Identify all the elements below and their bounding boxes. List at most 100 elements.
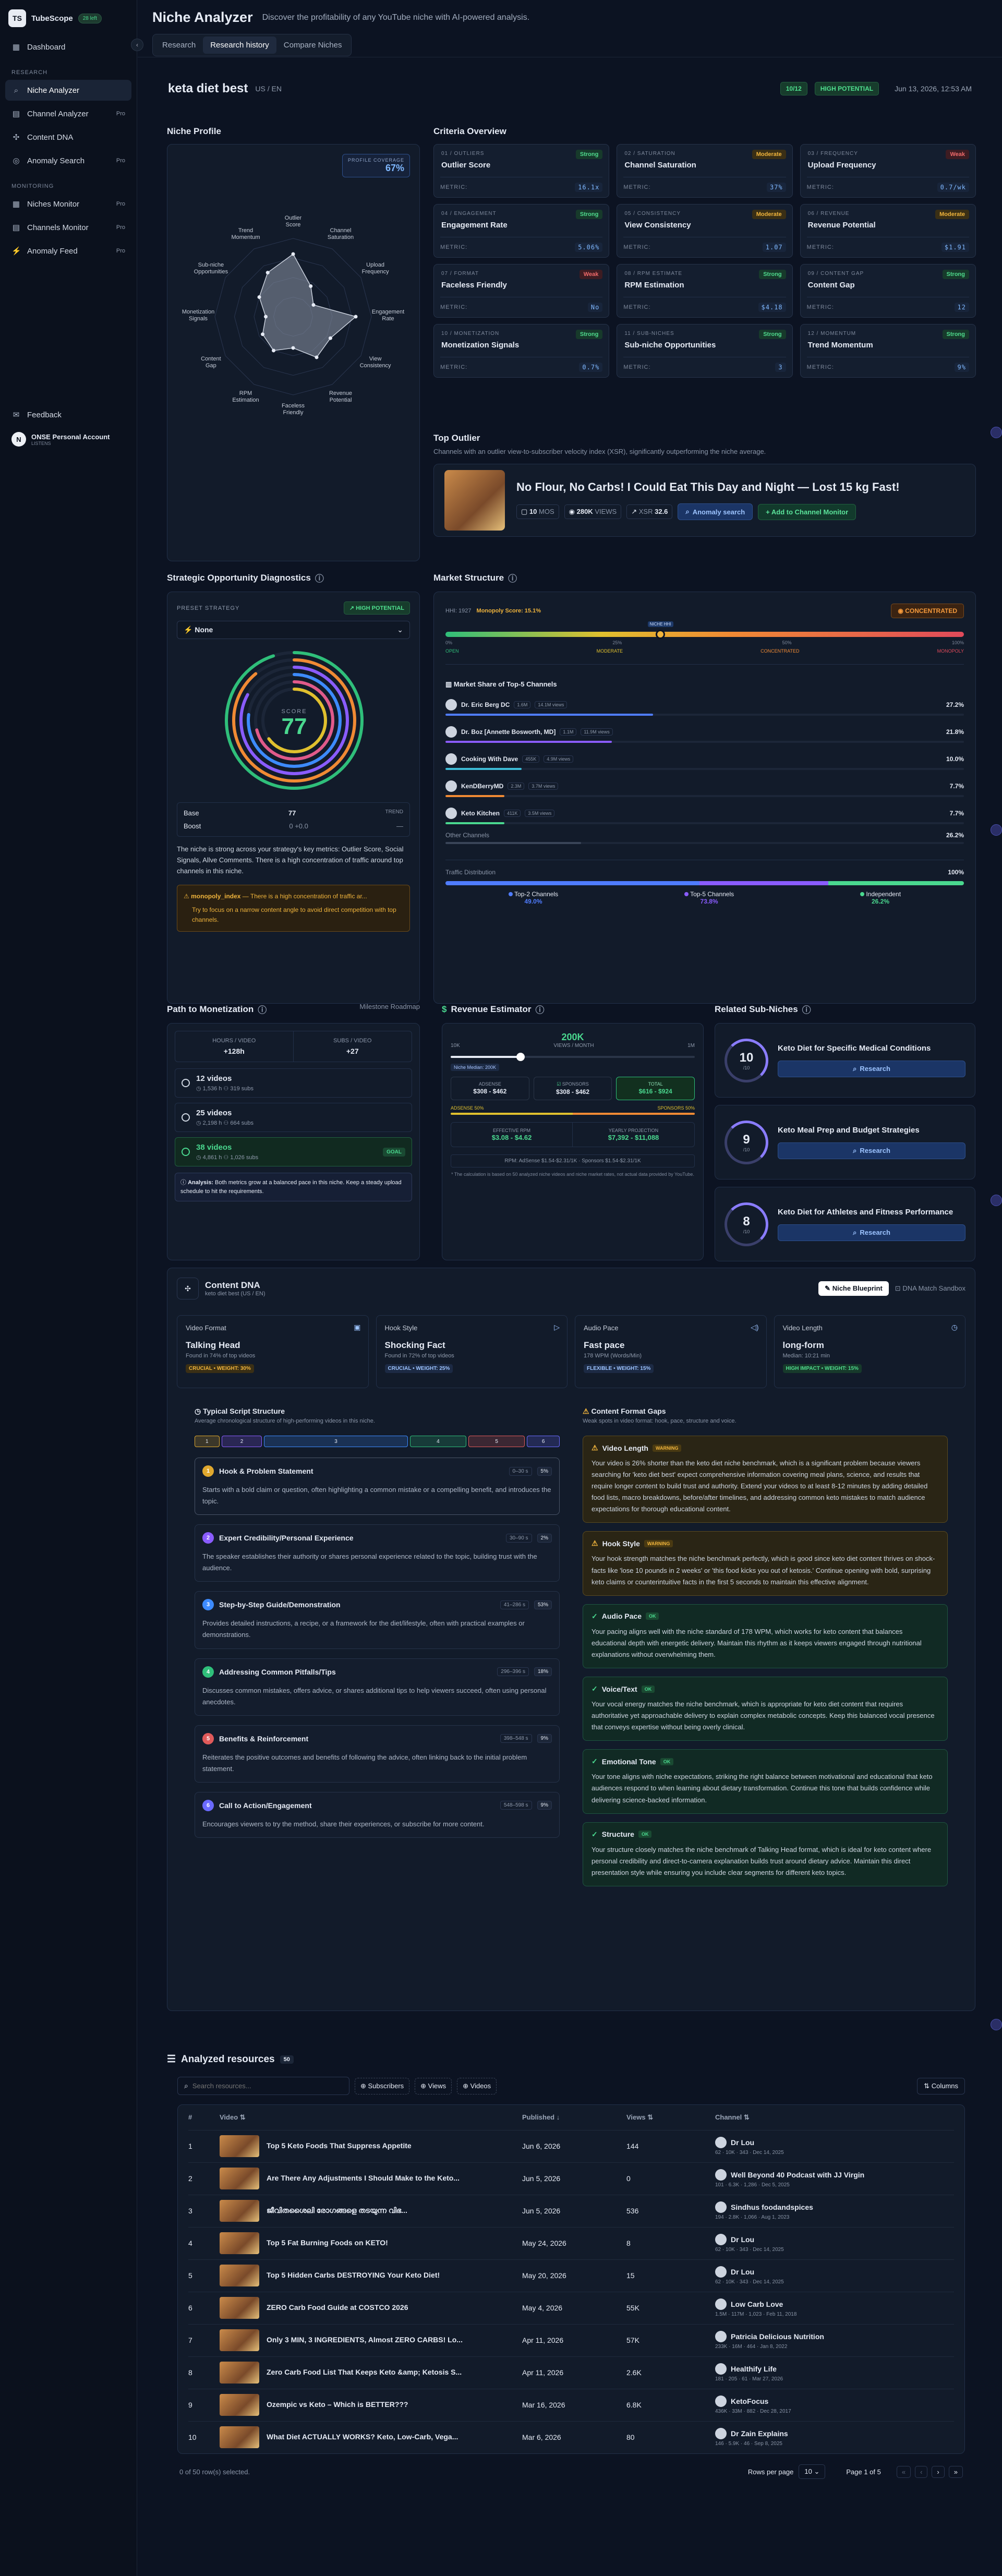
criterion-card[interactable]: 05 / CONSISTENCY View Consistency Moderate… [617,204,793,258]
tab-research[interactable]: Research [155,37,203,54]
criterion-card[interactable]: 03 / FREQUENCY Upload Frequency Weak METRIC… [800,144,976,198]
account-switcher[interactable]: N ONSE Personal Account LISTENS [5,428,131,451]
channel-name[interactable]: Dr Zain Explains [731,2429,788,2438]
tab-compare-niches[interactable]: Compare Niches [276,37,349,54]
video-title[interactable]: Top 5 Hidden Carbs DESTROYING Your Keto … [267,2271,440,2279]
table-row[interactable]: 6 ZERO Carb Food Guide at COSTCO 2026 May … [188,2291,954,2324]
tab-research-history[interactable]: Research history [203,37,276,54]
col-published[interactable]: Published ↓ [522,2105,626,2130]
prev-page-button[interactable]: ‹ [915,2465,928,2478]
info-icon[interactable]: ⓘ [535,1003,544,1016]
rows-per-page-select[interactable]: 10 ⌄ [799,2464,826,2479]
channel-name[interactable]: Healthify Life [731,2365,777,2373]
video-title[interactable]: Zero Carb Food List That Keeps Keto &amp… [267,2368,462,2376]
col-views[interactable]: Views ⇅ [626,2105,715,2130]
filter-videos[interactable]: ⊕ Videos [457,2077,497,2094]
info-icon[interactable]: ⓘ [258,1003,267,1016]
slider-handle[interactable] [516,1053,525,1061]
col-video[interactable]: Video ⇅ [220,2105,522,2130]
nav-item-anomaly-search[interactable]: ◎ Anomaly Search Pro [5,150,131,171]
channel-share-row[interactable]: Cooking With Dave 455K 4.9M views 10.0% [445,750,964,770]
script-step[interactable]: 6 Call to Action/Engagement 548–598 s 9% Enc… [195,1791,560,1838]
info-icon[interactable]: ⓘ [315,571,324,584]
criterion-card[interactable]: 09 / CONTENT GAP Content Gap Strong METRIC:… [800,264,976,318]
nav-item-niche-analyzer[interactable]: ⌕ Niche Analyzer [5,80,131,101]
table-row[interactable]: 7 Only 3 MIN, 3 INGREDIENTS, Almost ZERO … [188,2324,954,2356]
table-row[interactable]: 5 Top 5 Hidden Carbs DESTROYING Your Keto… [188,2259,954,2292]
timeline-segment[interactable]: 3 [264,1436,408,1447]
nav-item-anomaly-feed[interactable]: ⚡ Anomaly Feed Pro [5,240,131,261]
timeline-segment[interactable]: 2 [221,1436,262,1447]
channel-name[interactable]: KetoFocus [731,2397,768,2405]
nav-feedback[interactable]: ✉ Feedback [5,404,131,425]
timeline-segment[interactable]: 4 [409,1436,466,1447]
table-row[interactable]: 10 What Diet ACTUALLY WORKS? Keto, Low-Ca… [188,2421,954,2453]
filter-views[interactable]: ⊕ Views [415,2077,452,2094]
sponsors-toggle[interactable]: ☑ SPONSORS $308 - $462 [533,1077,612,1100]
video-title[interactable]: Are There Any Adjustments I Should Make … [267,2174,460,2182]
script-step[interactable]: 5 Benefits & Reinforcement 398–548 s 9% Reit… [195,1725,560,1783]
video-title[interactable]: Top 5 Fat Burning Foods on KETO! [267,2238,388,2247]
nav-item-niches-monitor[interactable]: ▦ Niches Monitor Pro [5,194,131,214]
columns-button[interactable]: ⇅ Columns [917,2077,965,2094]
script-step[interactable]: 2 Expert Credibility/Personal Experience 3… [195,1524,560,1582]
script-step[interactable]: 3 Step-by-Step Guide/Demonstration 41–286 … [195,1591,560,1649]
views-slider[interactable] [451,1052,695,1062]
table-row[interactable]: 9 Ozempic vs Keto – Which is BETTER??? Mar… [188,2388,954,2421]
search-input[interactable] [192,2082,343,2090]
col-channel[interactable]: Channel ⇅ [715,2105,954,2130]
channel-share-row[interactable]: Dr. Eric Berg DC 1.6M 14.1M views 27.2% [445,696,964,716]
strategy-select[interactable]: ⚡ None ⌄ [177,621,410,639]
video-title[interactable]: Top 5 Keto Foods That Suppress Appetite [267,2141,412,2150]
info-icon[interactable]: ⓘ [802,1003,811,1016]
nav-item-content-dna[interactable]: ✣ Content DNA [5,127,131,148]
add-to-monitor-button[interactable]: + Add to Channel Monitor [758,503,856,520]
criterion-card[interactable]: 06 / REVENUE Revenue Potential Moderate MET… [800,204,976,258]
table-row[interactable]: 8 Zero Carb Food List That Keeps Keto &am… [188,2356,954,2389]
floating-dot[interactable] [991,1195,1002,1206]
channel-name[interactable]: Low Carb Love [731,2300,783,2308]
nav-item-channels-monitor[interactable]: ▤ Channels Monitor Pro [5,217,131,238]
tab-dna-match[interactable]: ⊡ DNA Match Sandbox [895,1284,965,1293]
criterion-card[interactable]: 11 / SUB-NICHES Sub-niche Opportunities St… [617,324,793,378]
script-step[interactable]: 1 Hook & Problem Statement 0–30 s 5% Starts … [195,1458,560,1515]
timeline-segment[interactable]: 1 [195,1436,220,1447]
timeline-segment[interactable]: 6 [527,1436,560,1447]
floating-dot[interactable] [991,824,1002,836]
video-title[interactable]: Only 3 MIN, 3 INGREDIENTS, Almost ZERO C… [267,2336,463,2344]
channel-name[interactable]: Dr Lou [731,2138,754,2147]
channel-share-row[interactable]: Dr. Boz [Annette Bosworth, MD] 1.1M 11.9M … [445,723,964,743]
floating-dot[interactable] [991,427,1002,438]
next-page-button[interactable]: › [932,2465,945,2478]
filter-subscribers[interactable]: ⊕ Subscribers [355,2077,410,2094]
video-title[interactable]: ZERO Carb Food Guide at COSTCO 2026 [267,2303,408,2312]
channel-share-row[interactable]: Keto Kitchen 411K 3.5M views 7.7% [445,804,964,824]
channel-share-row[interactable]: KenDBerryMD 2.3M 3.7M views 7.7% [445,777,964,797]
research-subniche-button[interactable]: ⌕ Research [778,1224,965,1241]
table-row[interactable]: 4 Top 5 Fat Burning Foods on KETO! May 24,… [188,2226,954,2259]
criterion-card[interactable]: 04 / ENGAGEMENT Engagement Rate Strong METR… [433,204,610,258]
first-page-button[interactable]: « [896,2465,911,2478]
nav-dashboard[interactable]: ▦ Dashboard [5,37,131,57]
info-icon[interactable]: ⓘ [508,571,517,584]
channel-name[interactable]: Dr Lou [731,2235,754,2244]
floating-dot[interactable] [991,2019,1002,2030]
criterion-card[interactable]: 08 / RPM ESTIMATE RPM Estimation Strong MET… [617,264,793,318]
table-row[interactable]: 2 Are There Any Adjustments I Should Make… [188,2162,954,2195]
channel-name[interactable]: Well Beyond 40 Podcast with JJ Virgin [731,2171,864,2179]
research-subniche-button[interactable]: ⌕ Research [778,1142,965,1159]
video-title[interactable]: Ozempic vs Keto – Which is BETTER??? [267,2400,408,2409]
criterion-card[interactable]: 10 / MONETIZATION Monetization Signals Str… [433,324,610,378]
criterion-card[interactable]: 12 / MOMENTUM Trend Momentum Strong METRIC:… [800,324,976,378]
nav-item-channel-analyzer[interactable]: ▤ Channel Analyzer Pro [5,103,131,124]
table-row[interactable]: 3 ജീവിതശൈലി രോഗങ്ങളെ തടയുന്ന വിഭ... Jun 5,… [188,2194,954,2227]
criterion-card[interactable]: 07 / FORMAT Faceless Friendly Weak METRIC: N… [433,264,610,318]
last-page-button[interactable]: » [948,2465,963,2478]
table-row[interactable]: 1 Top 5 Keto Foods That Suppress Appetite… [188,2129,954,2162]
video-title[interactable]: ജീവിതശൈലി രോഗങ്ങളെ തടയുന്ന വിഭ... [267,2206,407,2214]
video-title[interactable]: What Diet ACTUALLY WORKS? Keto, Low-Carb… [267,2433,458,2441]
top-outlier-card[interactable]: No Flour, No Carbs! I Could Eat This Day… [433,464,976,537]
channel-name[interactable]: Patricia Delicious Nutrition [731,2332,824,2341]
script-step[interactable]: 4 Addressing Common Pitfalls/Tips 296–396 … [195,1658,560,1716]
timeline-segment[interactable]: 5 [468,1436,525,1447]
